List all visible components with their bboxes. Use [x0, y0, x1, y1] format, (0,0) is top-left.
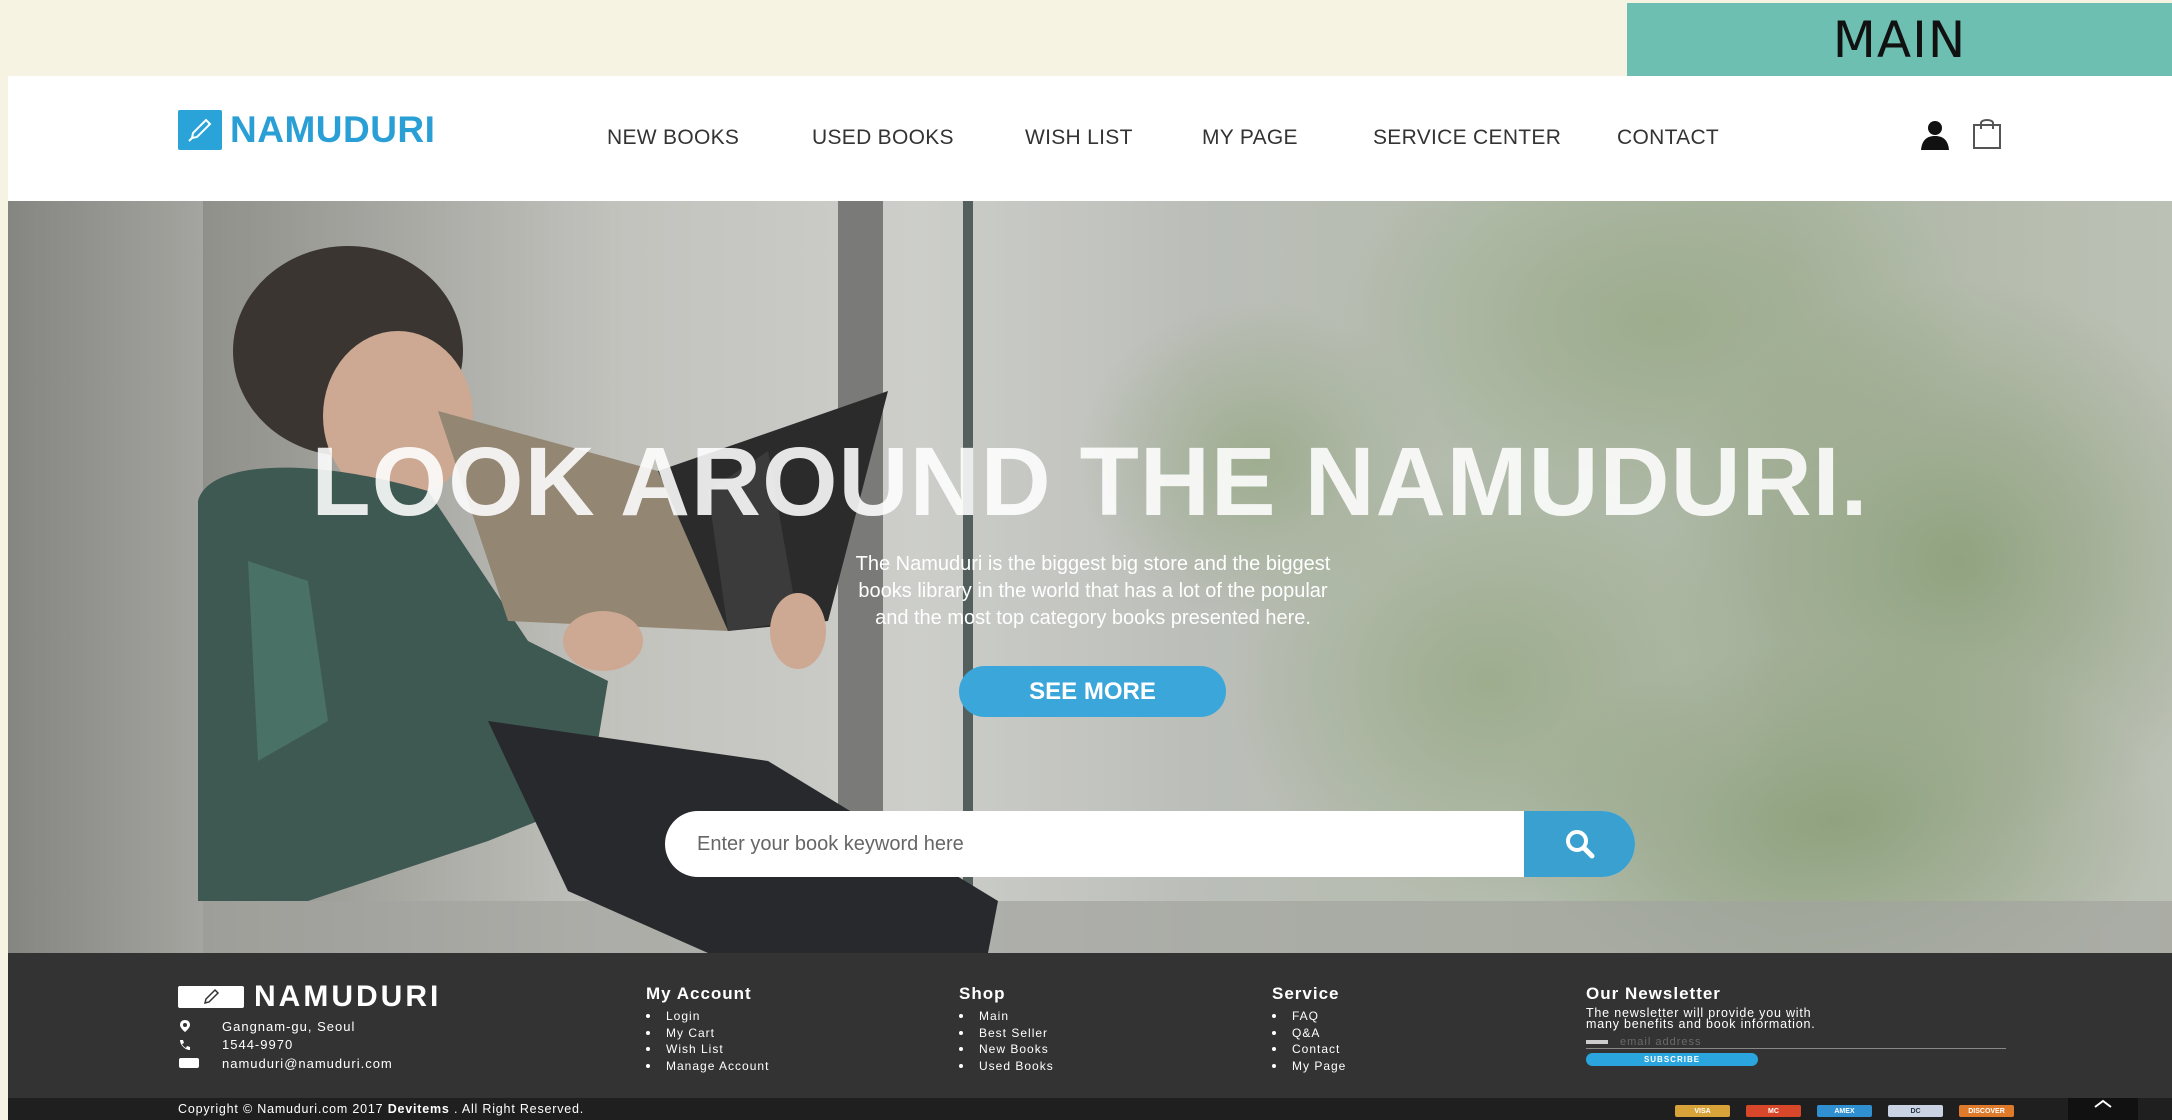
- footer-logo[interactable]: NAMUDURI: [178, 980, 441, 1014]
- footer-col-title: Service: [1272, 984, 1340, 1003]
- footer-link-manage-account[interactable]: Manage Account: [646, 1058, 769, 1075]
- footer-link-new-books[interactable]: New Books: [959, 1041, 1054, 1058]
- amex-card-icon: AMEX: [1817, 1105, 1872, 1117]
- diners-card-icon: DC: [1888, 1105, 1943, 1117]
- book-search-bar: [665, 811, 1635, 877]
- mastercard-icon: MC: [1746, 1105, 1801, 1117]
- footer-link-best-seller[interactable]: Best Seller: [959, 1025, 1054, 1042]
- footer-contact: Gangnam-gu, Seoul 1544-9970 namuduri@nam…: [178, 1017, 393, 1073]
- footer-col-my-account: My Account Login My Cart Wish List Manag…: [646, 984, 769, 1074]
- page-tag: MAIN: [1627, 3, 2172, 76]
- footer-link-contact[interactable]: Contact: [1272, 1041, 1346, 1058]
- nav-new-books[interactable]: NEW BOOKS: [607, 126, 739, 150]
- hero-description-line: books library in the world that has a lo…: [858, 580, 1328, 602]
- footer-link-qna[interactable]: Q&A: [1272, 1025, 1346, 1042]
- copyright-prefix: Copyright © Namuduri.com 2017: [178, 1102, 384, 1116]
- hero-title: LOOK AROUND THE NAMUDURI.: [311, 427, 1869, 536]
- hero-banner: LOOK AROUND THE NAMUDURI. The Namuduri i…: [8, 201, 2172, 953]
- site-header: NAMUDURI NEW BOOKS USED BOOKS WISH LIST …: [8, 76, 2172, 201]
- copyright-bar: Copyright © Namuduri.com 2017 Devitems .…: [8, 1098, 2172, 1120]
- address-text: Gangnam-gu, Seoul: [222, 1018, 356, 1034]
- nav-service-center[interactable]: SERVICE CENTER: [1373, 126, 1561, 150]
- search-icon: [1565, 830, 1594, 859]
- footer-newsletter: Our Newsletter The newsletter will provi…: [1586, 984, 2016, 1066]
- phone-text: 1544-9970: [222, 1037, 294, 1052]
- site-footer: NAMUDURI Gangnam-gu, Seoul 1544-9970 nam…: [8, 953, 2172, 1098]
- contact-address: Gangnam-gu, Seoul: [178, 1017, 393, 1035]
- newsletter-text: The newsletter will provide you with man…: [1586, 1007, 2016, 1031]
- footer-link-my-cart[interactable]: My Cart: [646, 1025, 769, 1042]
- subscribe-button[interactable]: SUBSCRIBE: [1586, 1053, 1758, 1066]
- search-button[interactable]: [1524, 811, 1635, 877]
- nav-used-books[interactable]: USED BOOKS: [812, 126, 954, 150]
- email-text[interactable]: namuduri@namuduri.com: [222, 1056, 393, 1071]
- newsletter-text-line: many benefits and book information.: [1586, 1017, 1816, 1031]
- copyright-brand[interactable]: Devitems: [388, 1102, 450, 1116]
- nav-contact[interactable]: CONTACT: [1617, 126, 1719, 150]
- footer-col-shop: Shop Main Best Seller New Books Used Boo…: [959, 984, 1054, 1074]
- payment-methods: VISA MC AMEX DC DISCOVER: [1675, 1105, 2014, 1117]
- footer-link-faq[interactable]: FAQ: [1272, 1008, 1346, 1025]
- newsletter-title: Our Newsletter: [1586, 984, 1721, 1003]
- visa-card-icon: VISA: [1675, 1105, 1730, 1117]
- main-nav: NEW BOOKS USED BOOKS WISH LIST MY PAGE S…: [8, 76, 2172, 201]
- scroll-to-top-button[interactable]: [2068, 1098, 2138, 1120]
- hero-description-line: and the most top category books presente…: [875, 607, 1311, 629]
- footer-link-used-books[interactable]: Used Books: [959, 1058, 1054, 1075]
- hero-description-line: The Namuduri is the biggest big store an…: [855, 553, 1331, 575]
- contact-phone: 1544-9970: [178, 1036, 393, 1054]
- mail-icon: [1586, 1040, 1608, 1044]
- newsletter-email-field: [1586, 1036, 2006, 1049]
- pen-logo-icon: [178, 986, 244, 1008]
- shopping-bag-icon[interactable]: [1970, 116, 2004, 155]
- contact-email: namuduri@namuduri.com: [178, 1054, 393, 1072]
- phone-icon: [178, 1038, 222, 1052]
- nav-my-page[interactable]: MY PAGE: [1202, 126, 1298, 150]
- map-pin-icon: [178, 1019, 222, 1033]
- mail-icon: [178, 1057, 222, 1069]
- footer-link-login[interactable]: Login: [646, 1008, 769, 1025]
- copyright-text: Copyright © Namuduri.com 2017 Devitems .…: [178, 1102, 584, 1116]
- nav-wish-list[interactable]: WISH LIST: [1025, 126, 1133, 150]
- see-more-button[interactable]: SEE MORE: [959, 666, 1226, 717]
- chevron-up-icon: [2094, 1099, 2112, 1108]
- newsletter-email-input[interactable]: [1620, 1036, 1960, 1048]
- footer-col-title: My Account: [646, 984, 752, 1003]
- footer-logo-text: NAMUDURI: [254, 980, 442, 1013]
- footer-col-title: Shop: [959, 984, 1006, 1003]
- footer-link-wish-list[interactable]: Wish List: [646, 1041, 769, 1058]
- footer-col-service: Service FAQ Q&A Contact My Page: [1272, 984, 1346, 1074]
- user-icon[interactable]: [1918, 118, 1952, 157]
- footer-link-main[interactable]: Main: [959, 1008, 1054, 1025]
- footer-link-my-page[interactable]: My Page: [1272, 1058, 1346, 1075]
- hero-description: The Namuduri is the biggest big store an…: [808, 551, 1378, 632]
- copyright-suffix: . All Right Reserved.: [453, 1102, 585, 1116]
- book-search-input[interactable]: [665, 811, 1524, 877]
- discover-card-icon: DISCOVER: [1959, 1105, 2014, 1117]
- website-frame: NAMUDURI NEW BOOKS USED BOOKS WISH LIST …: [8, 76, 2172, 1120]
